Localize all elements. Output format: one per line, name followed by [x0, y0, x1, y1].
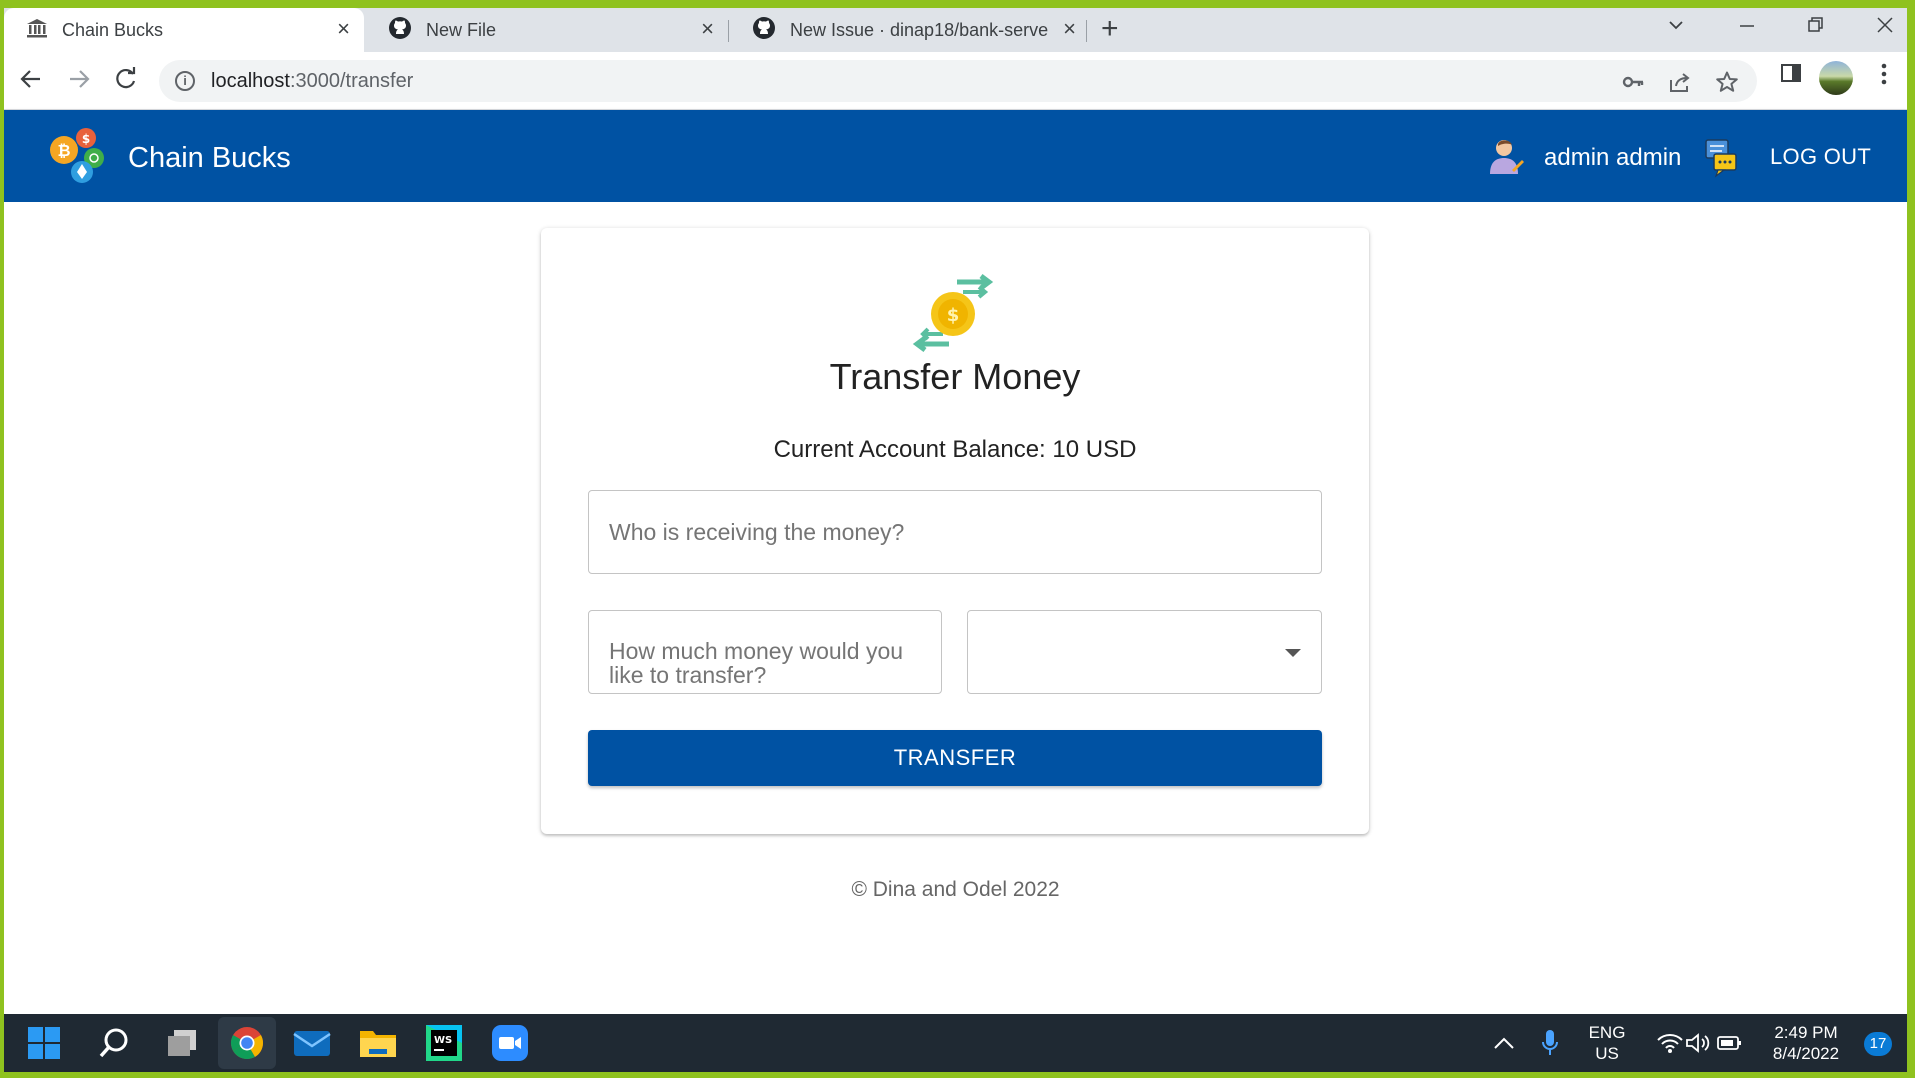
money-transfer-icon: $ [911, 274, 995, 352]
chevron-up-icon[interactable] [1482, 1021, 1526, 1065]
microphone-icon[interactable] [1528, 1021, 1572, 1065]
logout-button[interactable]: LOG OUT [1756, 136, 1885, 178]
share-icon[interactable] [1668, 70, 1692, 100]
mail-icon[interactable] [290, 1021, 334, 1065]
close-tab-icon[interactable]: × [337, 18, 350, 40]
address-bar[interactable]: i localhost:3000/transfer [159, 60, 1757, 102]
browser-toolbar: i localhost:3000/transfer [4, 52, 1907, 110]
app-title[interactable]: Chain Bucks [128, 142, 291, 175]
github-icon [388, 16, 412, 45]
tab-strip: Chain Bucks × New File × New Issue · din… [4, 8, 1907, 52]
app-header: ₿ $ Chain Bucks admin admin LOG OUT [4, 110, 1907, 202]
svg-text:$: $ [82, 132, 90, 146]
close-tab-icon[interactable]: × [701, 18, 714, 40]
url-text[interactable]: localhost:3000/transfer [211, 70, 413, 93]
clock[interactable]: 2:49 PM 8/4/2022 [1758, 1022, 1854, 1064]
tab-title: New Issue · dinap18/bank-server [790, 19, 1048, 40]
svg-text:WS: WS [434, 1035, 452, 1046]
tab-title: Chain Bucks [62, 19, 164, 40]
chrome-taskbar-icon[interactable] [218, 1017, 276, 1069]
github-icon [752, 16, 776, 45]
new-tab-button[interactable]: + [1101, 14, 1119, 44]
transfer-button[interactable]: TRANSFER [588, 730, 1322, 786]
more-menu-icon[interactable] [1880, 62, 1888, 93]
date: 8/4/2022 [1772, 1044, 1840, 1063]
currency-select[interactable] [967, 610, 1322, 694]
recipient-placeholder: Who is receiving the money? [609, 519, 905, 545]
key-icon[interactable] [1621, 70, 1645, 100]
footer-copyright: © Dina and Odel 2022 [851, 878, 1060, 901]
tab-separator [1086, 20, 1087, 42]
tab-separator [728, 20, 729, 42]
forward-arrow-icon[interactable] [66, 66, 92, 96]
profile-avatar[interactable] [1819, 61, 1853, 95]
windows-taskbar: WS ENG US 2:49 PM 8/4/2022 17 [4, 1014, 1907, 1072]
minimize-icon[interactable] [1738, 16, 1756, 40]
browser-window: Chain Bucks × New File × New Issue · din… [4, 8, 1907, 1072]
task-view-icon[interactable] [160, 1021, 204, 1065]
svg-text:₿: ₿ [57, 141, 70, 160]
account-balance: Current Account Balance: 10 USD [773, 436, 1137, 463]
chevron-down-icon[interactable] [1285, 649, 1301, 657]
svg-text:$: $ [947, 305, 960, 326]
transfer-card: $ Transfer Money Current Account Balance… [541, 228, 1369, 834]
close-window-icon[interactable] [1876, 16, 1894, 40]
search-icon[interactable] [92, 1021, 136, 1065]
reload-icon[interactable] [113, 66, 139, 96]
side-panel-icon[interactable] [1780, 62, 1802, 91]
chat-messages-icon[interactable] [1704, 138, 1738, 178]
webstorm-icon[interactable]: WS [422, 1021, 466, 1065]
zoom-icon[interactable] [488, 1021, 532, 1065]
close-tab-icon[interactable]: × [1063, 18, 1076, 40]
recipient-input[interactable]: Who is receiving the money? [588, 490, 1322, 574]
battery-icon[interactable] [1708, 1021, 1752, 1065]
windows-start-icon[interactable] [22, 1021, 66, 1065]
restore-icon[interactable] [1807, 16, 1825, 40]
tab-title: New File [426, 19, 497, 40]
user-name[interactable]: admin admin [1544, 144, 1681, 172]
bank-icon [26, 17, 48, 44]
crypto-coins-logo-icon[interactable]: ₿ $ [48, 126, 110, 188]
file-explorer-icon[interactable] [356, 1021, 400, 1065]
site-info-icon[interactable]: i [175, 71, 195, 91]
back-arrow-icon[interactable] [18, 66, 44, 96]
tab-new-issue[interactable]: New Issue · dinap18/bank-server × [730, 8, 1090, 52]
page-title: Transfer Money [829, 356, 1081, 397]
user-profile-icon[interactable] [1488, 138, 1524, 176]
language-indicator[interactable]: ENG US [1582, 1022, 1632, 1064]
amount-placeholder: How much money would you like to transfe… [609, 638, 904, 688]
tab-new-file[interactable]: New File × [366, 8, 728, 52]
tab-search-icon[interactable] [1667, 16, 1685, 40]
bookmark-star-icon[interactable] [1715, 70, 1739, 100]
main-content: $ Transfer Money Current Account Balance… [4, 202, 1907, 1014]
time: 2:49 PM [1774, 1023, 1838, 1042]
tab-chain-bucks[interactable]: Chain Bucks × [4, 8, 364, 52]
amount-input[interactable]: How much money would you like to transfe… [588, 610, 942, 694]
notification-badge[interactable]: 17 [1864, 1032, 1892, 1056]
